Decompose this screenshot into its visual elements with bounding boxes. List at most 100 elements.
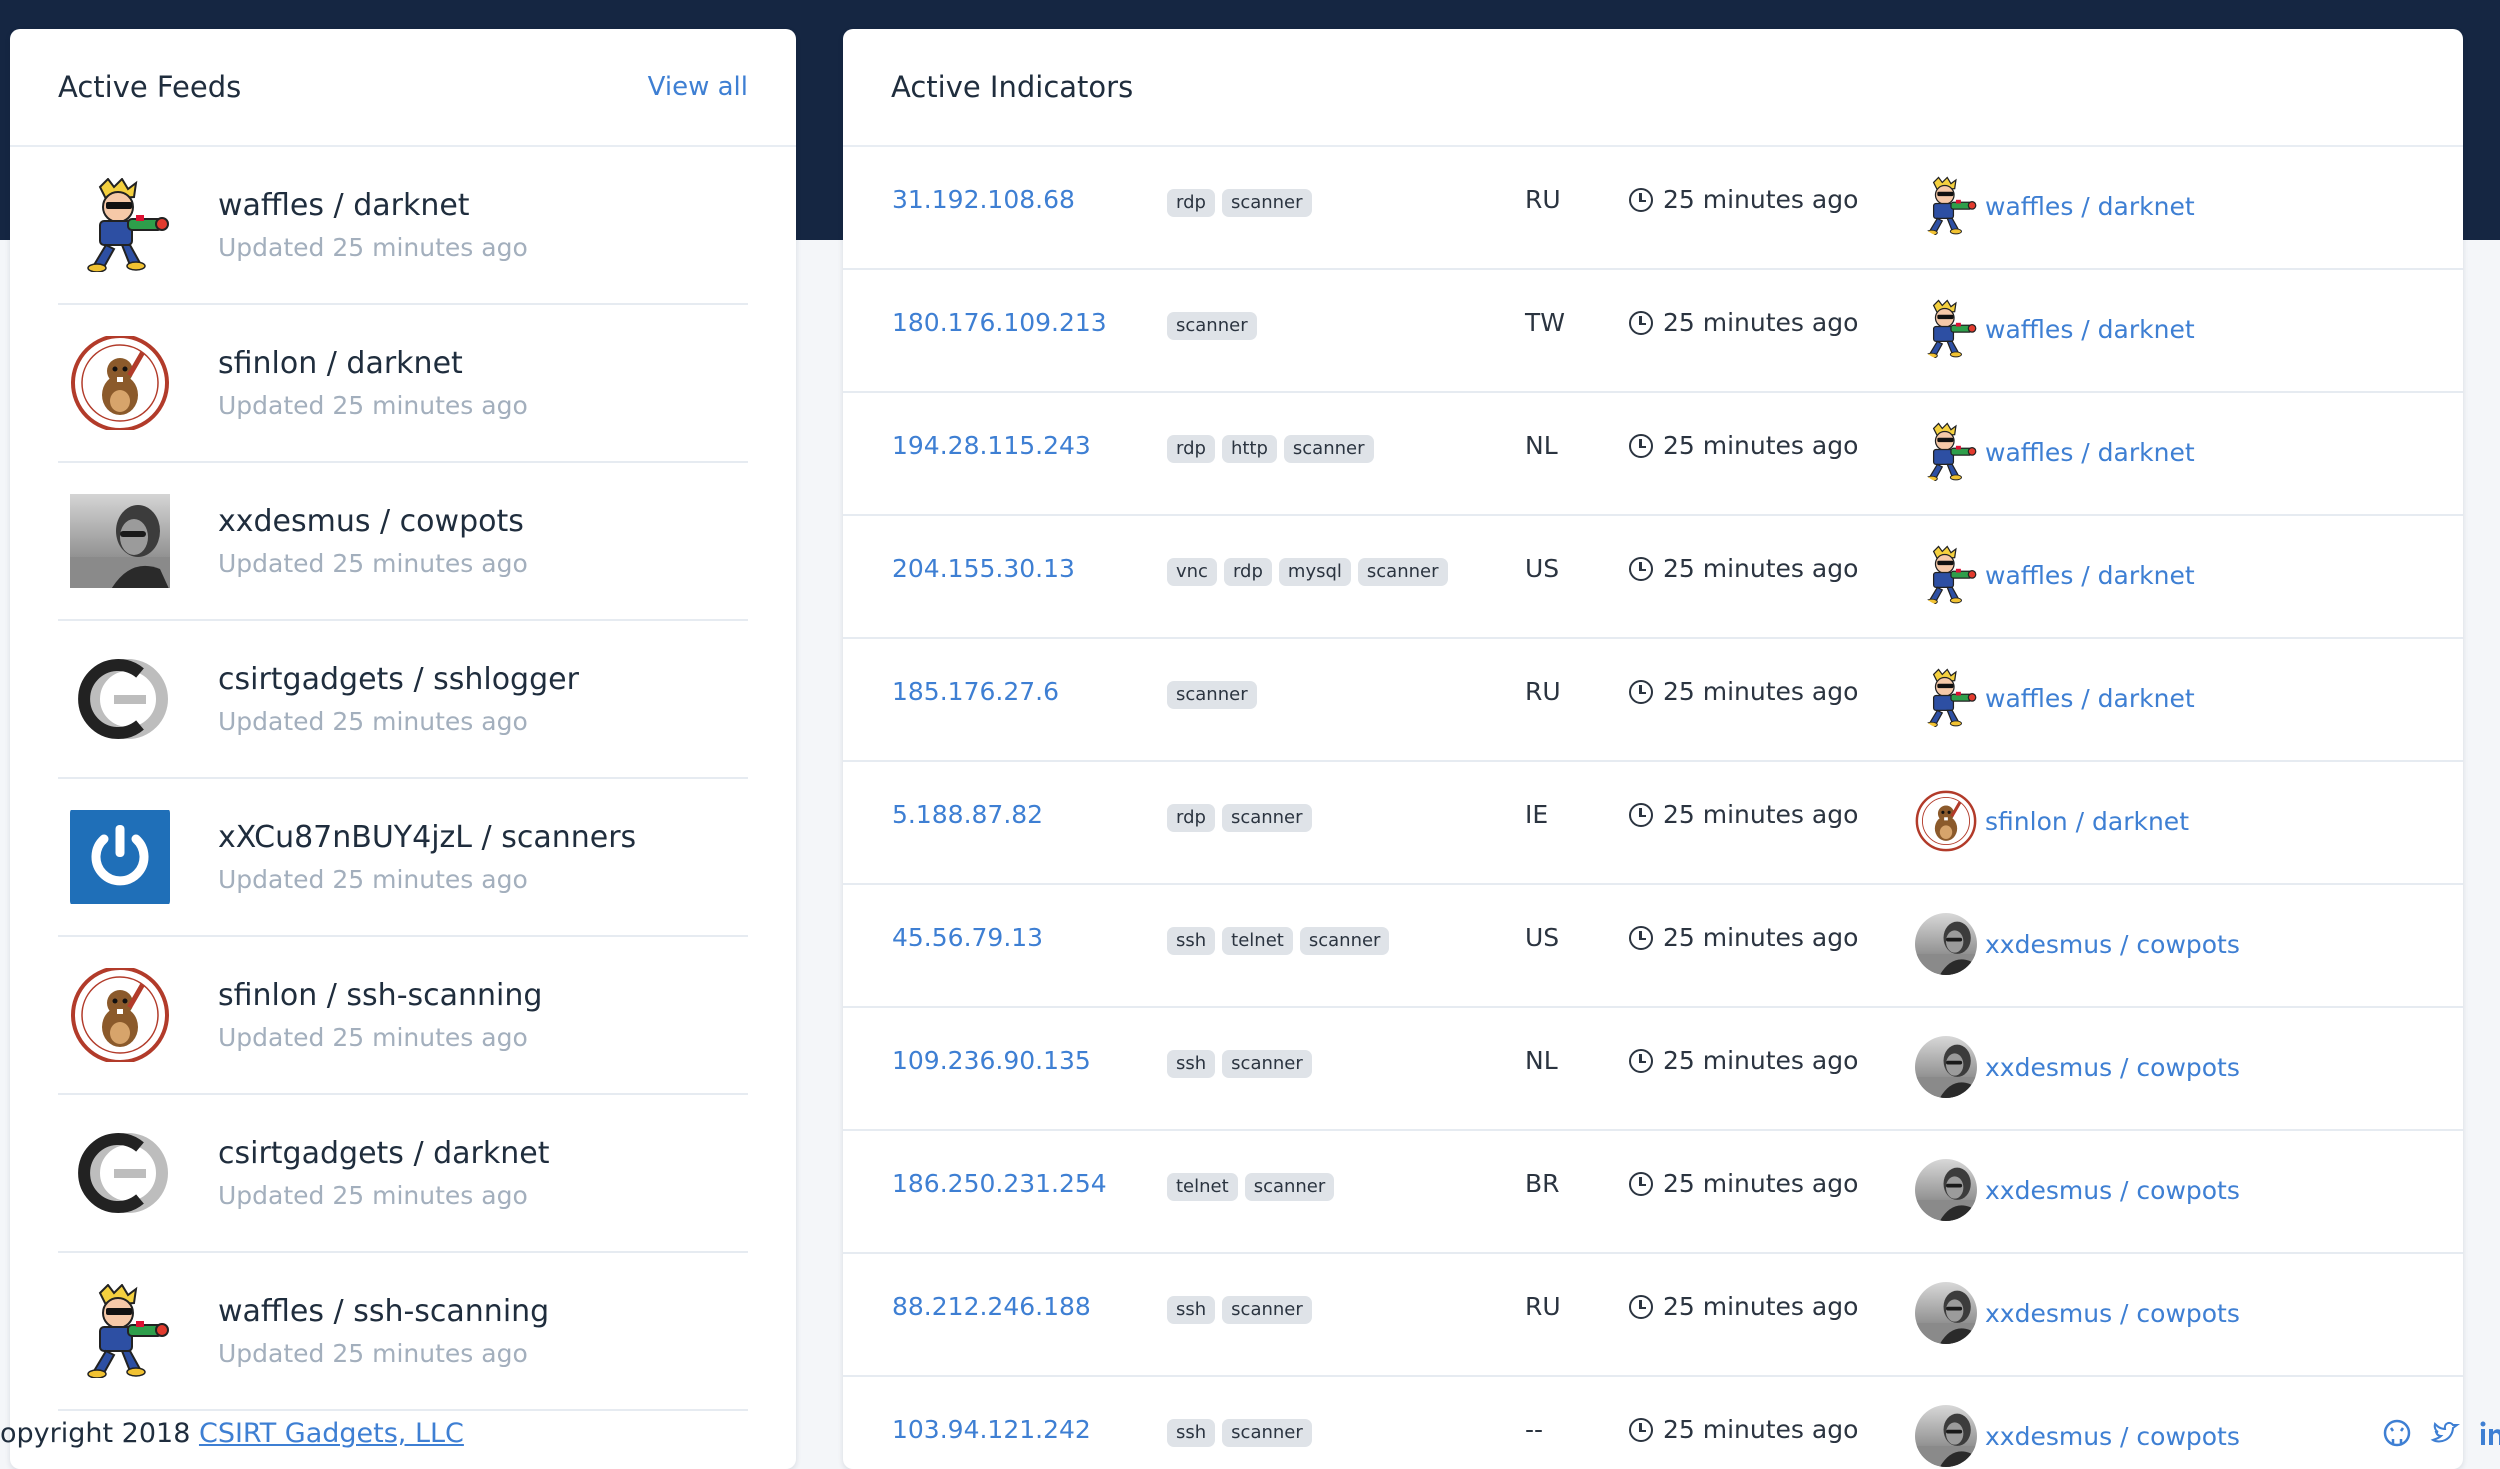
indicator-time: 25 minutes ago	[1629, 923, 1858, 952]
indicator-feed-link[interactable]: waffles / darknet	[1915, 421, 2195, 483]
indicator-feed-link[interactable]: sfinlon / darknet	[1915, 790, 2189, 852]
indicator-feed-link[interactable]: xxdesmus / cowpots	[1915, 1405, 2240, 1467]
indicator-feed-link[interactable]: xxdesmus / cowpots	[1915, 1282, 2240, 1344]
feed-avatar	[58, 1126, 182, 1220]
feed-updated: Updated 25 minutes ago	[218, 233, 528, 262]
tag-badge[interactable]: ssh	[1167, 1419, 1216, 1447]
indicator-row: 103.94.121.242 ssh scanner -- 25 minutes …	[843, 1377, 2463, 1469]
country-code: US	[1525, 923, 1560, 952]
indicator-row: 109.236.90.135 ssh scanner NL 25 minutes …	[843, 1008, 2463, 1131]
tag-badge[interactable]: ssh	[1167, 927, 1216, 955]
indicator-ip-link[interactable]: 180.176.109.213	[892, 308, 1107, 337]
feed-name[interactable]: xxdesmus / cowpots	[218, 504, 528, 539]
feed-name[interactable]: csirtgadgets / darknet	[218, 1136, 549, 1171]
indicator-ip-link[interactable]: 186.250.231.254	[892, 1169, 1107, 1198]
feed-item[interactable]: sfinlon / darknet Updated 25 minutes ago	[58, 305, 748, 463]
indicator-feed-link[interactable]: waffles / darknet	[1915, 175, 2195, 237]
tag-badge[interactable]: scanner	[1221, 189, 1312, 217]
tag-badge[interactable]: telnet	[1222, 927, 1293, 955]
indicators-table: 31.192.108.68 rdp scanner RU 25 minutes a…	[843, 147, 2463, 1469]
indicator-row: 5.188.87.82 rdp scanner IE 25 minutes ago…	[843, 762, 2463, 885]
indicator-time: 25 minutes ago	[1629, 677, 1858, 706]
indicator-feed-link[interactable]: waffles / darknet	[1915, 298, 2195, 360]
indicator-feed-link[interactable]: waffles / darknet	[1915, 667, 2195, 729]
tag-badge[interactable]: scanner	[1167, 681, 1257, 709]
indicator-row: 180.176.109.213 scanner TW 25 minutes ag…	[843, 270, 2463, 393]
country-code: NL	[1525, 431, 1558, 460]
feed-avatar	[58, 810, 182, 904]
feed-avatar-small	[1915, 421, 1977, 483]
indicator-feed-name: waffles / darknet	[1985, 314, 2195, 344]
feed-item[interactable]: waffles / darknet Updated 25 minutes ago	[58, 147, 748, 305]
time-text: 25 minutes ago	[1663, 1415, 1859, 1444]
tag-badge[interactable]: scanner	[1299, 927, 1390, 955]
indicator-ip-link[interactable]: 109.236.90.135	[892, 1046, 1091, 1075]
company-link[interactable]: CSIRT Gadgets, LLC	[199, 1418, 464, 1449]
feed-updated: Updated 25 minutes ago	[218, 1181, 528, 1210]
tag-badge[interactable]: scanner	[1222, 1050, 1312, 1078]
feed-item[interactable]: waffles / ssh-scanning Updated 25 minute…	[58, 1253, 748, 1411]
indicator-time: 25 minutes ago	[1629, 554, 1858, 583]
feed-item[interactable]: csirtgadgets / sshlogger Updated 25 minu…	[58, 621, 748, 779]
tag-badge[interactable]: rdp	[1223, 558, 1272, 586]
indicator-tags: scanner	[1167, 312, 1257, 340]
indicator-tags: rdp scanner	[1167, 189, 1312, 217]
feed-updated: Updated 25 minutes ago	[218, 865, 528, 894]
view-all-link[interactable]: View all	[648, 72, 748, 102]
country-code: RU	[1525, 1292, 1561, 1321]
tag-badge[interactable]: scanner	[1357, 558, 1448, 586]
indicator-feed-link[interactable]: waffles / darknet	[1915, 544, 2195, 606]
indicator-feed-link[interactable]: xxdesmus / cowpots	[1915, 913, 2240, 975]
feed-avatar-small	[1915, 1159, 1977, 1221]
tag-badge[interactable]: scanner	[1167, 312, 1257, 340]
indicator-ip-link[interactable]: 204.155.30.13	[892, 554, 1075, 583]
tag-badge[interactable]: mysql	[1278, 558, 1351, 586]
tag-badge[interactable]: vnc	[1167, 558, 1217, 586]
indicator-ip-link[interactable]: 45.56.79.13	[892, 923, 1043, 952]
indicator-row: 45.56.79.13 ssh telnet scanner US 25 minut…	[843, 885, 2463, 1008]
feed-item[interactable]: xXCu87nBUY4jzL / scanners Updated 25 min…	[58, 779, 748, 937]
tag-badge[interactable]: ssh	[1167, 1296, 1216, 1324]
clock-icon	[1629, 433, 1653, 458]
tag-badge[interactable]: scanner	[1283, 435, 1374, 463]
feed-name[interactable]: sfinlon / darknet	[218, 346, 528, 381]
feed-name[interactable]: xXCu87nBUY4jzL / scanners	[218, 820, 636, 855]
tag-badge[interactable]: rdp	[1167, 435, 1215, 463]
tag-badge[interactable]: scanner	[1221, 804, 1312, 832]
country-code: US	[1525, 554, 1560, 583]
tag-badge[interactable]: http	[1221, 435, 1277, 463]
feed-item[interactable]: csirtgadgets / darknet Updated 25 minute…	[58, 1095, 748, 1253]
tag-badge[interactable]: scanner	[1244, 1173, 1335, 1201]
indicator-feed-name: xxdesmus / cowpots	[1985, 1298, 2240, 1328]
indicators-header: Active Indicators	[843, 29, 2463, 147]
indicator-feed-name: waffles / darknet	[1985, 560, 2195, 590]
feed-name[interactable]: csirtgadgets / sshlogger	[218, 662, 579, 697]
indicator-ip-link[interactable]: 194.28.115.243	[892, 431, 1091, 460]
indicator-ip-link[interactable]: 88.212.246.188	[892, 1292, 1091, 1321]
feed-item[interactable]: sfinlon / ssh-scanning Updated 25 minute…	[58, 937, 748, 1095]
indicator-ip-link[interactable]: 103.94.121.242	[892, 1415, 1091, 1444]
indicator-row: 204.155.30.13 vnc rdp mysql scanner US 25 m…	[843, 516, 2463, 639]
feed-item[interactable]: xxdesmus / cowpots Updated 25 minutes ag…	[58, 463, 748, 621]
indicator-time: 25 minutes ago	[1629, 308, 1858, 337]
indicator-ip-link[interactable]: 31.192.108.68	[892, 185, 1075, 214]
tag-badge[interactable]: rdp	[1167, 189, 1215, 217]
tag-badge[interactable]: ssh	[1167, 1050, 1216, 1078]
indicator-feed-name: waffles / darknet	[1985, 191, 2195, 221]
indicator-ip-link[interactable]: 185.176.27.6	[892, 677, 1059, 706]
feed-name[interactable]: sfinlon / ssh-scanning	[218, 978, 542, 1013]
indicator-feed-link[interactable]: xxdesmus / cowpots	[1915, 1036, 2240, 1098]
indicator-tags: ssh telnet scanner	[1167, 927, 1390, 955]
indicator-ip-link[interactable]: 5.188.87.82	[892, 800, 1043, 829]
feed-name[interactable]: waffles / ssh-scanning	[218, 1294, 549, 1329]
feed-avatar-small	[1915, 913, 1977, 975]
indicator-feed-link[interactable]: xxdesmus / cowpots	[1915, 1159, 2240, 1221]
tag-badge[interactable]: scanner	[1222, 1296, 1312, 1324]
time-text: 25 minutes ago	[1663, 308, 1859, 337]
tag-badge[interactable]: telnet	[1167, 1173, 1238, 1201]
tag-badge[interactable]: rdp	[1167, 804, 1215, 832]
indicator-row: 185.176.27.6 scanner RU 25 minutes ago w…	[843, 639, 2463, 762]
feed-text: sfinlon / darknet Updated 25 minutes ago	[218, 346, 528, 420]
feed-name[interactable]: waffles / darknet	[218, 188, 528, 223]
tag-badge[interactable]: scanner	[1222, 1419, 1312, 1447]
